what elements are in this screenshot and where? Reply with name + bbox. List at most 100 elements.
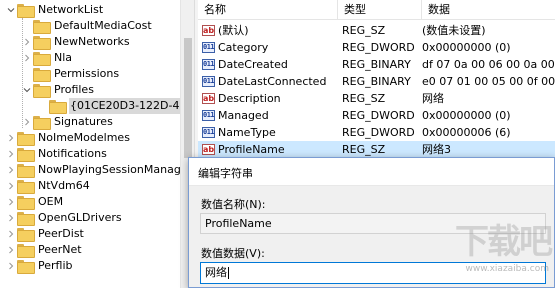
value-type-cell: REG_SZ [342, 92, 386, 105]
value-data-cell: (数值未设置) [422, 24, 486, 37]
value-type-cell: REG_DWORD [342, 109, 415, 122]
value-name-cell: 011 NameType [202, 124, 338, 141]
edit-string-dialog: 编辑字符串 数值名称(N): ProfileName 数值数据(V): 网络 [188, 157, 555, 288]
chevron-down-icon[interactable] [22, 82, 32, 98]
folder-icon [17, 228, 35, 242]
tree-item-label: NoImeModelmes [38, 131, 130, 144]
tree-item[interactable]: Profiles [22, 82, 95, 98]
tree-item[interactable]: Nla [22, 50, 73, 66]
tree-item[interactable]: PeerDist [6, 226, 85, 242]
value-name-cell: 011 Managed [202, 107, 338, 124]
value-data-input[interactable]: 网络 [200, 262, 546, 284]
chevron-right-icon[interactable] [6, 258, 16, 274]
column-header-name[interactable]: 名称 [198, 0, 338, 20]
value-name-text: Category [218, 41, 269, 54]
tree-item-label: PeerDist [38, 227, 84, 240]
tree-item[interactable]: {01CE20D3-122D-4EF0 [38, 98, 180, 114]
folder-icon [17, 212, 35, 226]
binary-value-icon: 011 [202, 76, 215, 87]
folder-icon [17, 164, 35, 178]
value-data-cell: 0x00000006 (6) [422, 126, 511, 139]
binary-value-icon: 011 [202, 42, 215, 53]
chevron-right-icon[interactable] [22, 114, 32, 130]
value-data-label: 数值数据(V): [201, 247, 265, 260]
tree-item[interactable]: NtVdm64 [6, 178, 91, 194]
table-row[interactable]: 011 DateCreated REG_BINARY df 07 0a 00 06 0… [198, 56, 555, 73]
chevron-right-icon[interactable] [6, 226, 16, 242]
tree-item[interactable]: NetworkList [6, 2, 104, 18]
tree-item[interactable]: NoImeModelmes [6, 130, 131, 146]
tree-item[interactable]: OpenGLDrivers [6, 210, 123, 226]
tree-item[interactable]: NewNetworks [22, 34, 131, 50]
value-data-cell: df 07 0a 00 06 00 0a 00 11 0 [422, 58, 555, 71]
table-row[interactable]: ab (默认) REG_SZ (数值未设置) [198, 22, 555, 39]
registry-key-tree[interactable]: NetworkList DefaultMediaCost NewNetworks Nl… [0, 0, 180, 288]
table-row[interactable]: 011 Category REG_DWORD 0x00000000 (0) [198, 39, 555, 56]
value-name-text: DateCreated [218, 58, 288, 71]
table-row[interactable]: 011 DateLastConnected REG_BINARY e0 07 01 0… [198, 73, 555, 90]
column-header-type[interactable]: 类型 [338, 0, 422, 20]
value-name-cell: ab ProfileName [202, 141, 338, 158]
tree-item-label: Signatures [54, 115, 113, 128]
value-data-cell: e0 07 01 00 05 00 0f 00 0e 0 [422, 75, 555, 88]
tree-item[interactable]: DefaultMediaCost [22, 18, 153, 34]
value-data-cell: 网络 [422, 92, 444, 105]
dialog-title-bar[interactable]: 编辑字符串 [189, 158, 554, 186]
chevron-right-icon[interactable] [22, 50, 32, 66]
tree-item[interactable]: Notifications [6, 146, 108, 162]
value-type-cell: REG_SZ [342, 24, 386, 37]
chevron-right-icon[interactable] [6, 210, 16, 226]
tree-item[interactable]: Perflib [6, 258, 74, 274]
table-row[interactable]: ab ProfileName REG_SZ 网络3 [198, 141, 555, 158]
tree-item[interactable]: OEM [6, 194, 64, 210]
folder-icon [33, 52, 51, 66]
tree-item-label: Nla [54, 51, 73, 64]
tree-item-label: PeerNet [38, 243, 82, 256]
tree-item[interactable]: PeerNet [6, 242, 83, 258]
folder-icon [17, 244, 35, 258]
dialog-title: 编辑字符串 [198, 167, 253, 180]
chevron-right-icon[interactable] [6, 162, 16, 178]
value-name-text: NameType [218, 126, 276, 139]
tree-item-label: {01CE20D3-122D-4EF0 [69, 98, 180, 114]
tree-item-label: NewNetworks [54, 35, 130, 48]
table-row[interactable]: ab Description REG_SZ 网络 [198, 90, 555, 107]
list-header: 名称 类型 数据 [198, 0, 555, 20]
chevron-right-icon[interactable] [6, 194, 16, 210]
column-header-data[interactable]: 数据 [422, 0, 555, 20]
chevron-right-icon[interactable] [6, 242, 16, 258]
chevron-right-icon[interactable] [6, 130, 16, 146]
tree-item-label: NetworkList [38, 3, 104, 16]
tree-item-label: OpenGLDrivers [38, 211, 122, 224]
tree-item-label: DefaultMediaCost [54, 19, 152, 32]
value-name-text: ProfileName [218, 143, 285, 156]
value-name-text: (默认) [218, 24, 249, 37]
value-name-text: Description [218, 92, 281, 105]
table-row[interactable]: 011 NameType REG_DWORD 0x00000006 (6) [198, 124, 555, 141]
value-data-cell: 0x00000000 (0) [422, 109, 511, 122]
value-name-cell: 011 Category [202, 39, 338, 56]
tree-item-label: NowPlayingSessionManager [38, 163, 180, 176]
value-name-label: 数值名称(N): [201, 198, 266, 211]
folder-icon [17, 4, 35, 18]
value-name-cell: 011 DateCreated [202, 56, 338, 73]
string-value-icon: ab [202, 93, 215, 104]
table-row[interactable]: 011 Managed REG_DWORD 0x00000000 (0) [198, 107, 555, 124]
value-type-cell: REG_DWORD [342, 41, 415, 54]
tree-item[interactable]: Permissions [22, 66, 120, 82]
chevron-right-icon[interactable] [6, 178, 16, 194]
chevron-right-icon[interactable] [6, 146, 16, 162]
tree-scrollbar-thumb[interactable] [184, 38, 192, 158]
chevron-down-icon[interactable] [6, 2, 16, 18]
text-caret [228, 267, 229, 279]
value-data-text: 网络 [205, 266, 227, 279]
folder-icon [17, 180, 35, 194]
folder-icon [33, 20, 51, 34]
chevron-right-icon[interactable] [22, 34, 32, 50]
tree-item[interactable]: NowPlayingSessionManager [6, 162, 180, 178]
value-name-field: ProfileName [200, 213, 546, 234]
tree-item[interactable]: Signatures [22, 114, 114, 130]
folder-icon [33, 84, 51, 98]
